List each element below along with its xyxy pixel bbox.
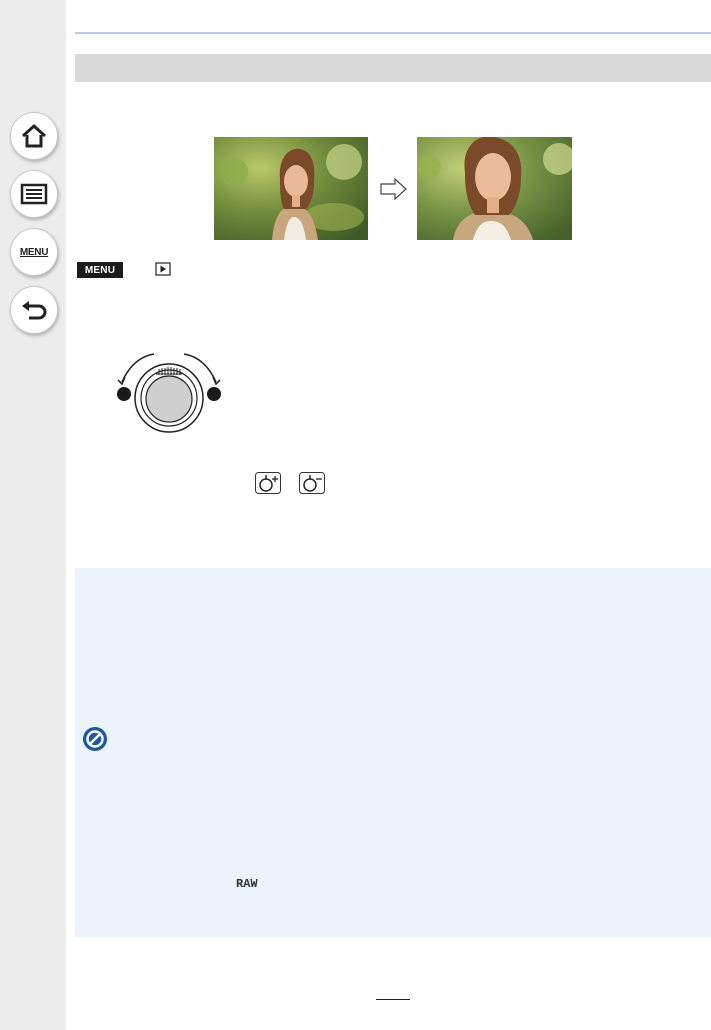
control-dial-icon [117, 353, 221, 433]
header-rule [75, 32, 711, 34]
menu-badge: MENU [77, 262, 123, 278]
contents-button[interactable] [10, 170, 58, 218]
notes-box [75, 568, 711, 937]
raw-label: RAW [236, 877, 258, 891]
after-photo [417, 137, 572, 240]
home-icon [21, 124, 47, 148]
before-photo [214, 137, 368, 240]
home-button[interactable] [10, 112, 58, 160]
section-title-band [75, 54, 711, 82]
page-number-underline [376, 999, 410, 1000]
playback-icon [155, 262, 171, 276]
arrow-right-icon [380, 178, 407, 200]
list-icon [20, 183, 48, 205]
zoom-in-icon [255, 472, 281, 494]
zoom-out-icon [299, 472, 325, 494]
not-available-icon [83, 727, 107, 751]
menu-text-icon: MENU [19, 246, 49, 258]
back-button[interactable] [10, 286, 58, 334]
menu-button[interactable]: MENU [10, 228, 58, 276]
back-arrow-icon [22, 301, 47, 320]
sidebar: MENU [0, 0, 66, 1030]
